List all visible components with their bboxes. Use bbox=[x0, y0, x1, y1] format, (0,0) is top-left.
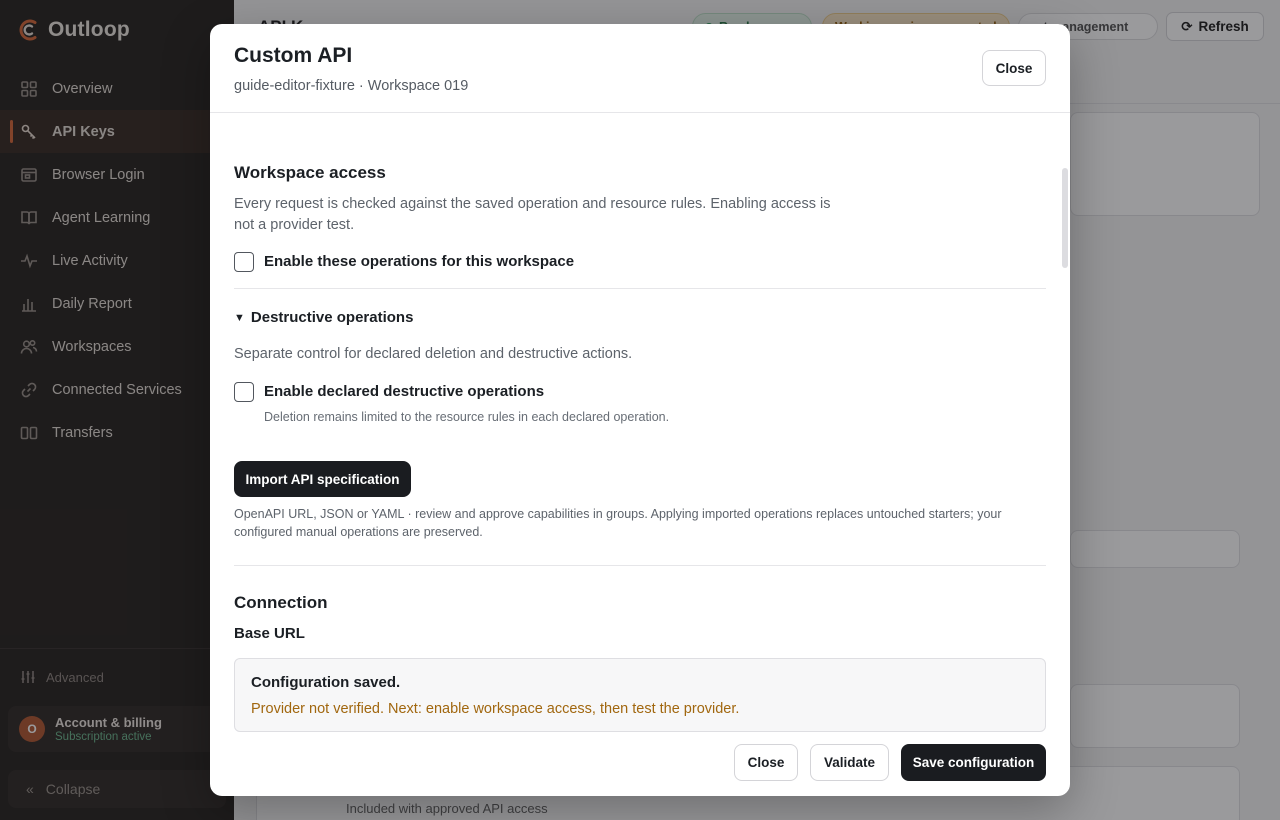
workspace-access-heading: Workspace access bbox=[234, 163, 386, 182]
validate-button[interactable]: Validate bbox=[810, 744, 889, 781]
custom-api-dialog: Custom API guide-editor-fixture · Worksp… bbox=[210, 24, 1070, 796]
destructive-description: Separate control for declared deletion a… bbox=[234, 346, 633, 362]
dialog-body[interactable]: Workspace access Every request is checke… bbox=[210, 113, 1070, 646]
footer-close-button[interactable]: Close bbox=[734, 744, 798, 781]
workspace-access-description-2: not a provider test. bbox=[234, 217, 355, 233]
destructive-operations-toggle[interactable]: ▼ Destructive operations bbox=[234, 309, 413, 326]
enable-destructive-checkbox[interactable] bbox=[234, 382, 254, 402]
save-status-banner: Configuration saved. Provider not verifi… bbox=[234, 658, 1046, 732]
workspace-access-description-1: Every request is checked against the sav… bbox=[234, 196, 831, 212]
dialog-header: Custom API guide-editor-fixture · Worksp… bbox=[210, 24, 1070, 113]
import-description-2: configured manual operations are preserv… bbox=[234, 525, 483, 539]
status-message: Provider not verified. Next: enable work… bbox=[251, 701, 740, 717]
header-close-button[interactable]: Close bbox=[982, 50, 1046, 86]
base-url-label: Base URL bbox=[234, 625, 305, 642]
save-configuration-button[interactable]: Save configuration bbox=[901, 744, 1046, 781]
import-api-spec-button[interactable]: Import API specification bbox=[234, 461, 411, 497]
connection-heading: Connection bbox=[234, 593, 328, 612]
triangle-down-icon: ▼ bbox=[234, 311, 245, 324]
status-title: Configuration saved. bbox=[251, 674, 401, 691]
enable-destructive-label[interactable]: Enable declared destructive operations bbox=[264, 383, 544, 400]
section-divider bbox=[234, 288, 1046, 289]
dialog-title: Custom API bbox=[234, 44, 353, 67]
section-divider bbox=[234, 565, 1046, 566]
destructive-operations-label: Destructive operations bbox=[250, 309, 414, 326]
dialog-scrollbar[interactable] bbox=[1062, 168, 1068, 268]
destructive-hint: Deletion remains limited to the resource… bbox=[264, 410, 670, 424]
dialog-subtitle: guide-editor-fixture · Workspace 019 bbox=[234, 78, 469, 94]
enable-operations-checkbox[interactable] bbox=[234, 252, 254, 272]
import-description-1: OpenAPI URL, JSON or YAML · review and a… bbox=[234, 507, 1002, 521]
enable-operations-label[interactable]: Enable these operations for this workspa… bbox=[264, 253, 574, 270]
